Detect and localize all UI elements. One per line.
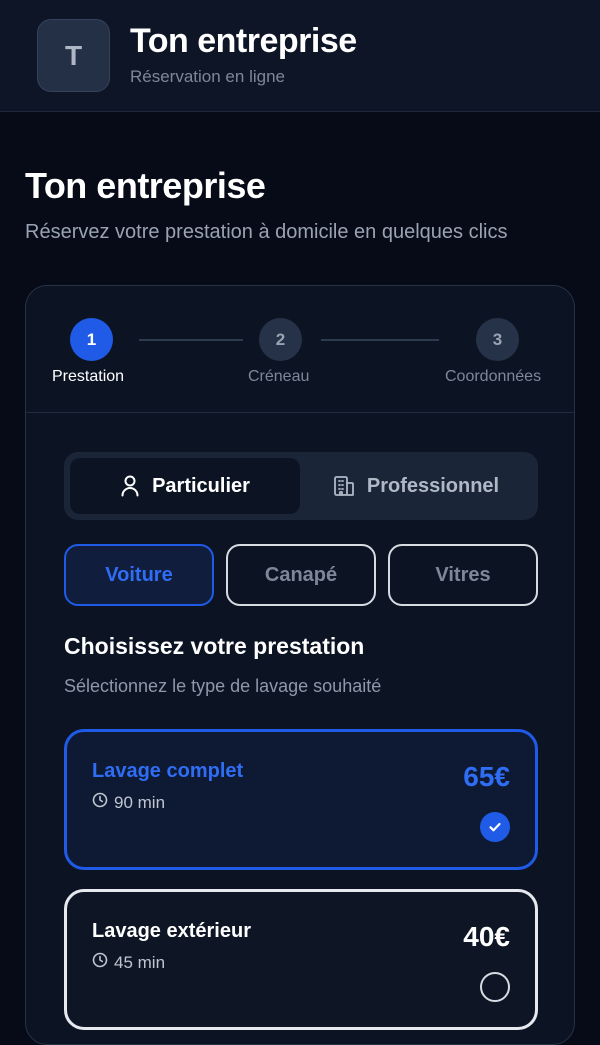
clock-icon <box>92 952 108 973</box>
clock-icon <box>92 792 108 813</box>
services-subtitle: Sélectionnez le type de lavage souhaité <box>64 676 382 696</box>
step-2-circle[interactable]: 2 <box>259 318 302 361</box>
page-title: Ton entreprise <box>25 165 266 206</box>
app-header: T Ton entreprise Réservation en ligne <box>0 0 600 112</box>
step-1-circle[interactable]: 1 <box>70 318 113 361</box>
step-3-label: Coordonnées <box>445 368 542 385</box>
brand-logo: T <box>37 19 110 92</box>
brand-name: Ton entreprise <box>130 22 357 60</box>
radio-icon[interactable] <box>480 972 510 1002</box>
booking-stepper: 1 Prestation 2 Créneau 3 Coordonnées <box>26 286 574 413</box>
particulier-button[interactable]: Particulier <box>70 458 300 514</box>
professionnel-label: Professionnel <box>366 474 500 497</box>
category-canape[interactable]: Canapé <box>226 544 376 606</box>
user-icon <box>120 475 140 497</box>
step-3-circle[interactable]: 3 <box>476 318 519 361</box>
category-vitres[interactable]: Vitres <box>388 544 538 606</box>
service-duration-text: 45 min <box>114 952 166 972</box>
step-1-label: Prestation <box>52 368 125 385</box>
service-name: Lavage complet <box>92 760 244 782</box>
service-price: 40€ <box>463 921 510 952</box>
check-icon[interactable] <box>480 812 510 842</box>
service-price: 65€ <box>463 761 510 792</box>
building-icon <box>333 475 355 497</box>
service-duration: 90 min <box>92 792 165 813</box>
step-connector <box>321 339 439 341</box>
step-2-label: Créneau <box>248 368 310 385</box>
customer-type-toggle: Particulier Professionnel <box>64 452 538 520</box>
category-voiture[interactable]: Voiture <box>64 544 214 606</box>
professionnel-button[interactable]: Professionnel <box>300 458 532 514</box>
service-name: Lavage extérieur <box>92 920 251 942</box>
booking-card: 1 Prestation 2 Créneau 3 Coordonnées Par… <box>25 285 575 1045</box>
service-duration: 45 min <box>92 952 165 973</box>
service-option-lavage-exterieur[interactable]: Lavage extérieur 45 min 40€ <box>64 889 538 1030</box>
service-option-lavage-complet[interactable]: Lavage complet 90 min 65€ <box>64 729 538 870</box>
services-title: Choisissez votre prestation <box>64 633 365 659</box>
service-duration-text: 90 min <box>114 792 166 812</box>
page-subtitle: Réservez votre prestation à domicile en … <box>25 221 508 243</box>
brand-subtitle: Réservation en ligne <box>130 67 285 86</box>
step-connector <box>139 339 243 341</box>
particulier-label: Particulier <box>152 474 250 497</box>
